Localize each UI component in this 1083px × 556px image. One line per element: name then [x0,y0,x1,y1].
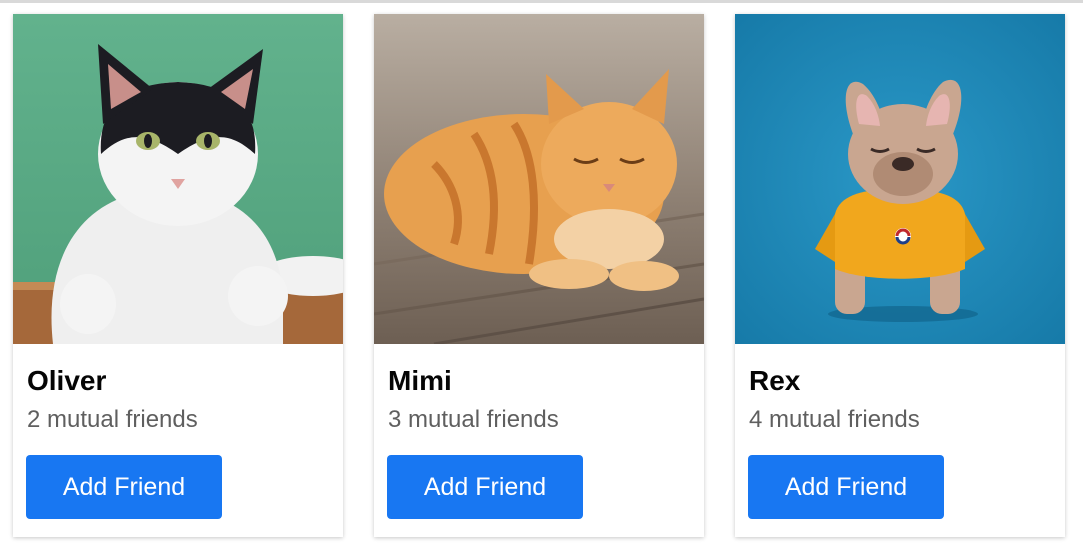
mutual-friends-count: 3 mutual friends [388,406,559,433]
friend-name[interactable]: Mimi [388,364,452,398]
add-friend-button[interactable]: Add Friend [387,455,583,519]
tuxedo-cat-photo[interactable] [13,14,343,344]
top-divider [0,0,1083,3]
friend-card-rex: Rex 4 mutual friends Add Friend [735,14,1065,537]
friend-card-mimi: Mimi 3 mutual friends Add Friend [374,14,704,537]
friend-suggestions-list: Oliver 2 mutual friends Add Friend Mimi … [13,14,1065,537]
orange-tabby-cat-photo[interactable] [374,14,704,344]
friend-name[interactable]: Oliver [27,364,106,398]
mutual-friends-count: 2 mutual friends [27,406,198,433]
add-friend-button[interactable]: Add Friend [26,455,222,519]
friend-card-oliver: Oliver 2 mutual friends Add Friend [13,14,343,537]
mutual-friends-count: 4 mutual friends [749,406,920,433]
add-friend-button[interactable]: Add Friend [748,455,944,519]
friend-name[interactable]: Rex [749,364,800,398]
french-bulldog-photo[interactable] [735,14,1065,344]
